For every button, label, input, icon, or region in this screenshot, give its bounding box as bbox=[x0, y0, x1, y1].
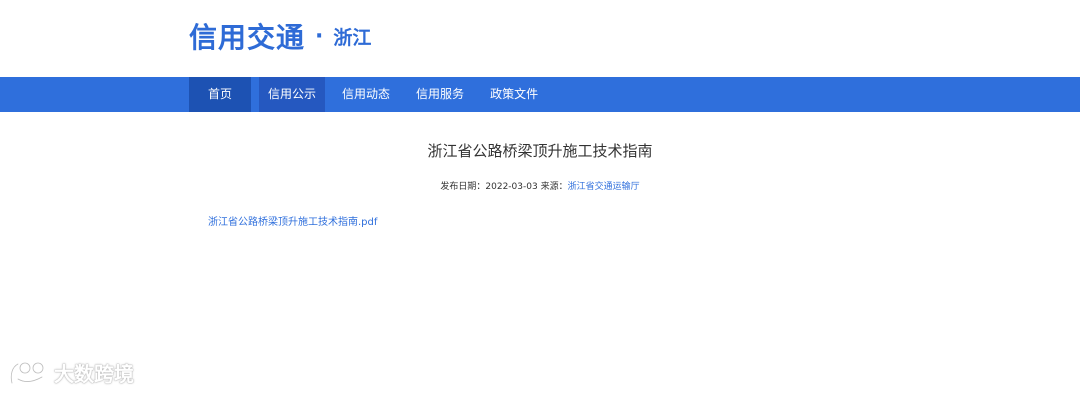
nav-item-credit-services[interactable]: 信用服务 bbox=[407, 77, 473, 112]
logo-region-text: 浙江 bbox=[333, 26, 372, 49]
publish-date: 2022-03-03 bbox=[485, 182, 538, 192]
main-navbar: 首页 信用公示 信用动态 信用服务 政策文件 bbox=[0, 77, 1080, 112]
nav-item-credit-news[interactable]: 信用动态 bbox=[333, 77, 399, 112]
attachment-pdf-link[interactable]: 浙江省公路桥梁顶升施工技术指南.pdf bbox=[208, 213, 377, 228]
publish-label: 发布日期： bbox=[440, 182, 486, 192]
nav-items: 首页 信用公示 信用动态 信用服务 政策文件 bbox=[189, 77, 555, 112]
source-label: 来源： bbox=[540, 182, 568, 192]
watermark-text: 大数跨境 bbox=[54, 362, 134, 386]
nav-item-policy-documents[interactable]: 政策文件 bbox=[481, 77, 547, 112]
site-logo[interactable]: 信用交通 · 浙江 bbox=[189, 16, 371, 56]
nav-item-home[interactable]: 首页 bbox=[189, 77, 252, 112]
site-header: 信用交通 · 浙江 bbox=[0, 0, 1080, 77]
logo-main-text: 信用交通 bbox=[189, 21, 306, 54]
logo-separator-dot: · bbox=[315, 23, 324, 49]
page: 信用交通 · 浙江 首页 信用公示 信用动态 信用服务 政策文件 浙江省公路桥梁… bbox=[0, 0, 1080, 394]
watermark: 大数跨境 bbox=[8, 358, 134, 387]
article-meta: 发布日期：2022-03-03 来源：浙江省交通运输厅 bbox=[0, 179, 1080, 192]
watermark-logo-icon bbox=[9, 361, 45, 384]
article-title: 浙江省公路桥梁顶升施工技术指南 bbox=[427, 142, 653, 160]
source-link[interactable]: 浙江省交通运输厅 bbox=[568, 182, 640, 192]
nav-item-credit-publicity[interactable]: 信用公示 bbox=[259, 77, 326, 112]
